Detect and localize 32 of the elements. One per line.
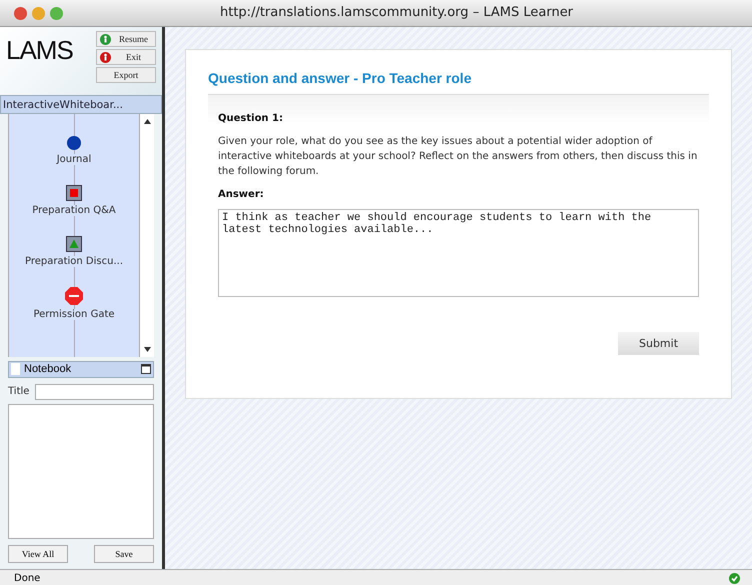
answer-field[interactable]: I think as teacher we should encourage students to learn with the latest technologies available... [218,209,699,297]
sidebar-button[interactable]: Exit [96,49,156,65]
scroll-up-icon[interactable] [144,119,150,124]
notebook-text-area[interactable] [8,404,154,539]
notebook-button[interactable]: Save [94,544,154,563]
page-icon [11,363,20,376]
activity-label[interactable]: Preparation Discu... [24,256,123,268]
logo: LAMS [6,35,73,67]
page-heading: Question and answer - Pro Teacher role [208,70,472,86]
activity-label[interactable]: Permission Gate [33,309,115,320]
stop-sign-icon [64,287,83,306]
square-icon [66,185,82,202]
circle-icon [67,136,81,150]
activity-label[interactable]: Journal [56,154,92,166]
answer-label: Answer: [218,189,265,200]
checkmark-icon [729,572,740,584]
scrollbar[interactable] [139,114,154,357]
field-label: Title [8,386,30,398]
question-text: Given your role, what do you see as the key issues about a potential wider adoption of interactive whiteboards at your school? Reflect on the answers from others, then discuss this in the following forum. [218,135,698,179]
notebook-title: Notebook [24,363,72,376]
window-title: http://translations.lamscommunity.org – LAMS Learner [220,5,574,20]
notebook-button[interactable]: View All [8,544,68,563]
status-text: Done [14,572,40,584]
title-field[interactable] [35,384,154,400]
activity-label[interactable]: Preparation Q&A [32,205,116,216]
question-label: Question 1: [218,113,284,124]
sidebar-button[interactable]: Export [96,67,156,83]
maximize-icon[interactable] [141,364,151,374]
submit-button[interactable]: Submit [618,332,699,355]
sequence-title: InteractiveWhiteboar... [0,95,162,114]
scroll-down-icon[interactable] [144,346,150,352]
sidebar-button[interactable]: Resume [96,31,156,47]
